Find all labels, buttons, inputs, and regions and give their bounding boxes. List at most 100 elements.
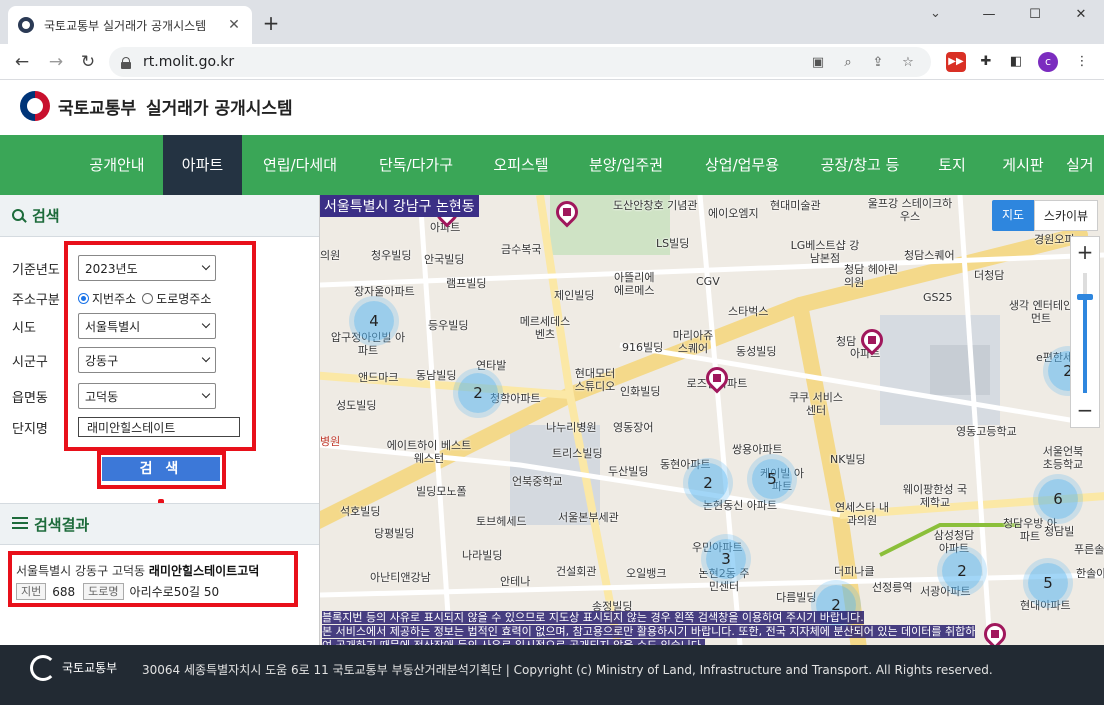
- map-label: 한솔아파트: [1076, 567, 1104, 580]
- url-text[interactable]: rt.molit.go.kr: [143, 54, 799, 70]
- result-complex-name[interactable]: 래미안힐스테이트고덕: [149, 564, 259, 578]
- map-label: 토브헤세드: [476, 515, 527, 528]
- search-panel: 검색 기준년도 2023년도 주소구분 지번주소 도로명주소 시도 서울특별시 …: [0, 195, 320, 645]
- nav-item-detached[interactable]: 단독/다가구: [362, 135, 470, 195]
- form-highlight-box: [64, 241, 256, 451]
- map-type-skyview-button[interactable]: 스카이뷰: [1034, 200, 1098, 231]
- results-header: 검색결과: [0, 503, 319, 545]
- zoom-out-button[interactable]: −: [1071, 395, 1099, 425]
- nav-item-rowhouse[interactable]: 연립/다세대: [246, 135, 354, 195]
- map-cluster[interactable]: 3: [706, 539, 746, 579]
- bookmark-star-icon[interactable]: ☆: [897, 55, 919, 70]
- map-label: 동성빌딩: [736, 345, 777, 358]
- map-label: 더청담: [974, 269, 1005, 282]
- map-label: 안테나: [500, 575, 531, 588]
- system-title[interactable]: 실거래가 공개시스템: [146, 94, 293, 119]
- popup-blocked-icon[interactable]: ▣: [807, 55, 829, 70]
- share-icon[interactable]: ⇪: [867, 55, 889, 70]
- map-label: 금수복국: [501, 243, 542, 256]
- reload-icon[interactable]: ↻: [76, 50, 100, 74]
- map-label: 경원오피: [1034, 233, 1075, 246]
- road-address: 아리수로50길 50: [129, 585, 220, 599]
- map-label: 의원: [320, 249, 341, 262]
- side-panel-icon[interactable]: ◧: [1006, 52, 1026, 72]
- zoom-slider[interactable]: [1083, 273, 1087, 393]
- map-label: 나누리병원: [546, 421, 597, 434]
- nav-item-more[interactable]: 실거: [1066, 135, 1104, 195]
- map-cluster[interactable]: 2: [942, 551, 982, 591]
- map-label: 청담 헤아린의원: [844, 263, 899, 289]
- zoom-in-button[interactable]: +: [1071, 237, 1099, 267]
- address-bar[interactable]: rt.molit.go.kr ▣ ⌕ ⇪ ☆: [109, 47, 931, 77]
- map-label: 다름빌딩: [776, 591, 817, 604]
- nav-item-apartment[interactable]: 아파트: [163, 135, 242, 195]
- close-window-button[interactable]: ✕: [1058, 4, 1104, 28]
- minimize-button[interactable]: —: [966, 4, 1012, 28]
- footer-copyright: 30064 세종특별자치시 도움 6로 11 국토교통부 부동산거래분석기획단 …: [142, 663, 993, 677]
- back-arrow-icon[interactable]: ←: [10, 50, 34, 74]
- profile-avatar[interactable]: c: [1038, 52, 1058, 72]
- lot-tag: 지번: [16, 583, 47, 600]
- site-footer: 국토교통부 30064 세종특별자치시 도움 6로 11 국토교통부 부동산거래…: [0, 645, 1104, 705]
- map-label: 인화빌딩: [620, 385, 661, 398]
- map-label: 푸른솔: [1074, 543, 1104, 556]
- extensions-puzzle-icon[interactable]: ✚: [976, 52, 996, 72]
- map-label: 나라빌딩: [462, 549, 503, 562]
- zoom-slider-fill: [1083, 297, 1087, 393]
- lock-icon: [121, 56, 131, 69]
- results-title: 검색결과: [34, 515, 90, 534]
- map-cluster[interactable]: 2: [688, 463, 728, 503]
- ministry-logo-text[interactable]: 국토교통부: [58, 94, 136, 119]
- zoom-lens-icon[interactable]: ⌕: [837, 55, 859, 70]
- map-label: 언북중학교: [512, 475, 563, 488]
- map-view[interactable]: 도산안창호 기념관 아파트 현대미술관 에이오엠지 울프강 스테이크하우스 금수…: [320, 195, 1104, 645]
- map-label: 동남빌딩: [416, 369, 457, 382]
- map-cluster[interactable]: 5: [1028, 563, 1068, 603]
- map-label: 쌍용아파트: [732, 443, 783, 456]
- footer-emblem-icon: [30, 655, 56, 681]
- maximize-button[interactable]: ☐: [1012, 4, 1058, 28]
- map-cluster[interactable]: 6: [1038, 479, 1078, 519]
- map-label: 빌딩모노폴: [416, 485, 467, 498]
- browser-tab-bar: 국토교통부 실거래가 공개시스템 ✕ + ⌄ — ☐ ✕: [0, 0, 1104, 44]
- result-item[interactable]: 서울특별시 강동구 고덕동 래미안힐스테이트고덕: [16, 562, 259, 579]
- map-label: 성도빌딩: [336, 399, 377, 412]
- new-tab-icon[interactable]: +: [260, 12, 282, 34]
- map-type-road-button[interactable]: 지도: [992, 200, 1034, 231]
- map-cluster[interactable]: 4: [354, 301, 394, 341]
- map-label: 울프강 스테이크하우스: [867, 197, 953, 223]
- map-label: 병원: [320, 435, 341, 448]
- nav-item-officetel[interactable]: 오피스텔: [478, 135, 564, 195]
- zoom-slider-handle[interactable]: [1077, 294, 1093, 300]
- nav-item-guide[interactable]: 공개안내: [72, 135, 162, 195]
- tab-close-icon[interactable]: ✕: [226, 17, 242, 33]
- main-navigation: 공개안내 아파트 연립/다세대 단독/다가구 오피스텔 분양/입주권 상업/업무…: [0, 135, 1104, 195]
- site-header: 국토교통부 실거래가 공개시스템: [0, 80, 1104, 135]
- nav-item-presale[interactable]: 분양/입주권: [572, 135, 680, 195]
- map-label: 오일뱅크: [626, 567, 667, 580]
- map-cluster[interactable]: 2: [458, 373, 498, 413]
- map-label: 현대미술관: [770, 199, 821, 212]
- disclaimer-line: 블록지번 등의 사유로 표시되지 않을 수 있으므로 지도상 표시되지 않는 경…: [322, 611, 864, 624]
- browser-tab[interactable]: 국토교통부 실거래가 공개시스템 ✕: [8, 6, 252, 44]
- map-cluster[interactable]: 5: [752, 459, 792, 499]
- nav-item-factory[interactable]: 공장/창고 등: [806, 135, 914, 195]
- browser-menu-icon[interactable]: ⋮: [1072, 52, 1092, 72]
- forward-arrow-icon[interactable]: →: [44, 50, 68, 74]
- result-address[interactable]: 서울특별시 강동구 고덕동: [16, 564, 145, 578]
- map-label: 웨이팡한성 국제학교: [902, 483, 968, 509]
- site-favicon-icon: [18, 17, 34, 33]
- tab-search-chevron-icon[interactable]: ⌄: [930, 6, 941, 21]
- map-label: LS빌딩: [656, 237, 690, 250]
- map-label: 생각 엔터테인먼트: [1008, 299, 1074, 325]
- search-icon: [12, 208, 26, 223]
- map-label: 스타벅스: [728, 305, 769, 318]
- nav-item-board[interactable]: 게시판: [990, 135, 1056, 195]
- search-button[interactable]: 검 색: [102, 457, 220, 481]
- nav-item-land[interactable]: 토지: [924, 135, 980, 195]
- map-label: 연세스타 내과의원: [834, 501, 890, 527]
- extension-red-icon[interactable]: ▶▶: [946, 52, 966, 72]
- map-label: 서울본부세관: [558, 511, 619, 524]
- nav-item-commercial[interactable]: 상업/업무용: [688, 135, 796, 195]
- search-panel-header: 검색: [0, 195, 319, 237]
